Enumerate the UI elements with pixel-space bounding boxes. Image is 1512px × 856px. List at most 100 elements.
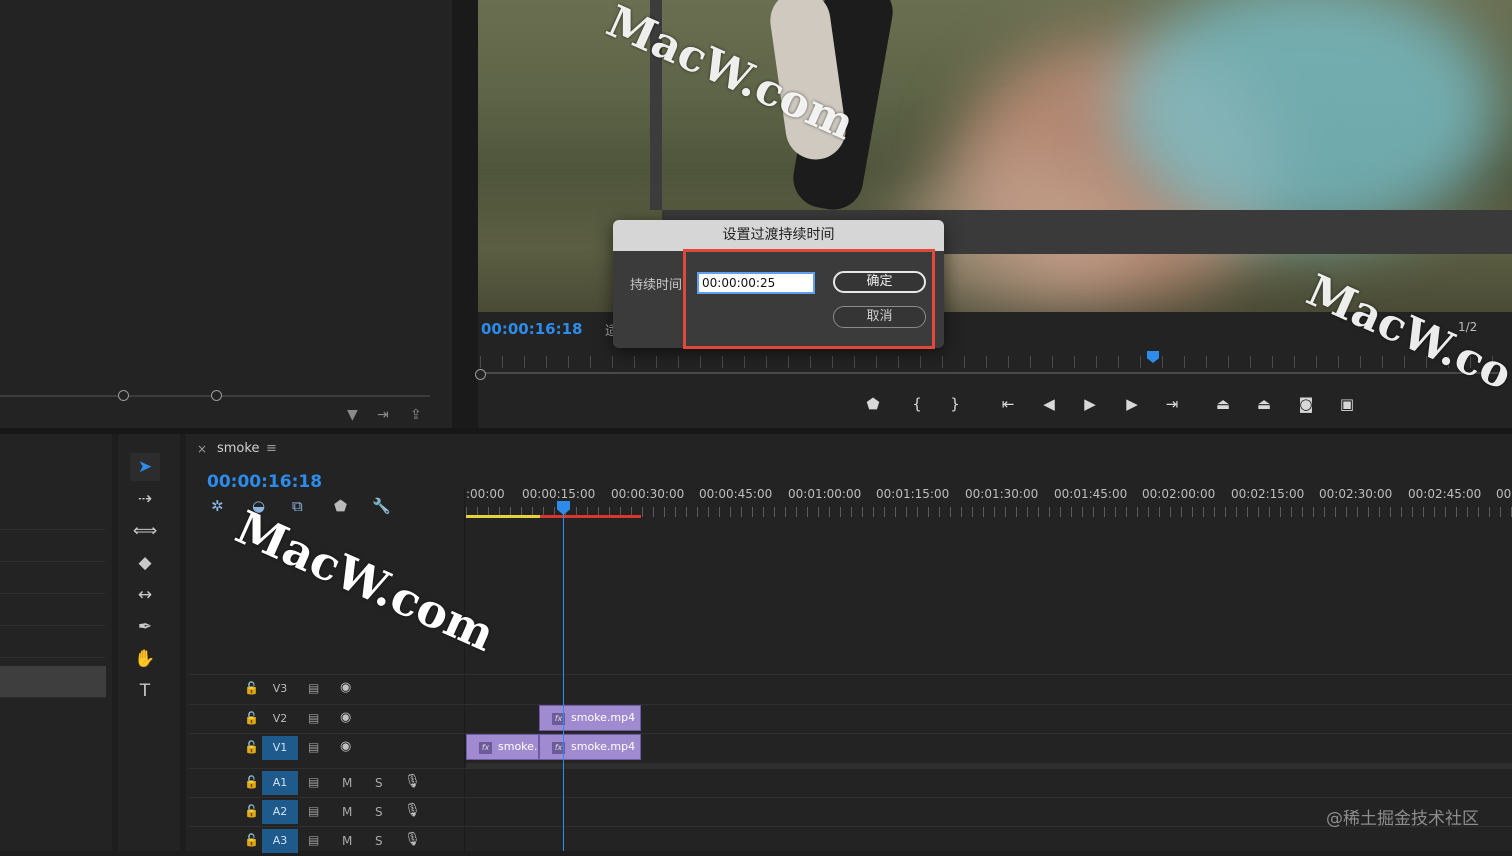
step-back-icon[interactable]: ◀ — [1038, 394, 1060, 414]
clip-v1-smoke-b[interactable]: fx smoke.mp4 — [539, 734, 641, 760]
track-name-v2[interactable]: V2 — [262, 707, 298, 731]
selection-tool-icon[interactable]: ➤ — [130, 453, 160, 481]
program-timecode[interactable]: 00:00:16:18 — [481, 320, 583, 338]
panel-divider[interactable] — [452, 0, 478, 428]
comparison-view-icon[interactable]: ▣ — [1336, 394, 1358, 414]
lock-icon[interactable]: 🔓 — [244, 681, 259, 695]
render-bar-yellow — [466, 515, 540, 518]
solo-button[interactable]: S — [375, 805, 383, 819]
eye-icon[interactable]: ◉ — [340, 680, 351, 695]
extract-icon[interactable]: ⏏ — [1253, 394, 1275, 414]
ruler-label: 00:01:15:00 — [876, 487, 950, 501]
mute-button[interactable]: M — [342, 776, 352, 790]
sync-lock-icon[interactable]: ▤ — [308, 711, 319, 725]
project-row[interactable] — [0, 562, 106, 594]
track-name-a2[interactable]: A2 — [262, 800, 298, 824]
export-icon[interactable]: ⇪ — [410, 407, 422, 423]
mute-button[interactable]: M — [342, 834, 352, 848]
credit-watermark: @稀土掘金技术社区 — [1326, 809, 1479, 829]
render-bar-red — [540, 515, 641, 518]
monitor-zoom-handle[interactable] — [475, 369, 486, 380]
go-to-in-icon[interactable]: ⇤ — [997, 394, 1019, 414]
dialog-title: 设置过渡持续时间 — [613, 220, 944, 251]
eye-icon[interactable]: ◉ — [340, 710, 351, 725]
project-row[interactable] — [0, 594, 106, 626]
track-name-a3[interactable]: A3 — [262, 829, 298, 853]
mute-button[interactable]: M — [342, 805, 352, 819]
sync-lock-icon[interactable]: ▤ — [308, 775, 319, 789]
project-row[interactable] — [0, 626, 106, 658]
sequence-menu-icon[interactable]: ≡ — [266, 441, 277, 456]
export-frame-icon[interactable]: ◙ — [1295, 394, 1317, 414]
sequence-tab[interactable]: smoke — [217, 441, 259, 456]
lock-icon[interactable]: 🔓 — [244, 833, 259, 847]
microphone-icon[interactable]: 🎙 — [404, 803, 421, 818]
slip-tool-icon[interactable]: ↔ — [130, 581, 160, 609]
ruler-label: 00:01:00:00 — [788, 487, 862, 501]
monitor-scrub-bar[interactable] — [480, 372, 1500, 374]
project-row[interactable] — [0, 498, 106, 530]
solo-button[interactable]: S — [375, 776, 383, 790]
sync-lock-icon[interactable]: ▤ — [308, 833, 319, 847]
track-a3[interactable]: 🔓 A3 ▤ M S 🎙 — [188, 826, 1512, 856]
clip-v2-smoke[interactable]: fx smoke.mp4 — [539, 705, 641, 731]
track-name-v1[interactable]: V1 — [262, 736, 298, 760]
source-panel — [0, 0, 452, 428]
add-marker-timeline-icon[interactable]: ⬟ — [334, 497, 347, 515]
project-row-selected[interactable] — [0, 666, 106, 698]
pen-tool-icon[interactable]: ✒ — [130, 613, 160, 641]
eye-icon[interactable]: ◉ — [340, 739, 351, 754]
ripple-edit-tool-icon[interactable]: ⟺ — [130, 517, 160, 545]
track-v3[interactable]: 🔓 V3 ▤ ◉ — [188, 674, 1512, 704]
ruler-label: 00:02:30:00 — [1319, 487, 1393, 501]
lock-icon[interactable]: 🔓 — [244, 804, 259, 818]
track-name-v3[interactable]: V3 — [262, 677, 298, 701]
clip-label: smoke.mp4 — [571, 711, 636, 724]
clip-v1-smoke-a[interactable]: fx smoke. — [466, 734, 539, 760]
sync-lock-icon[interactable]: ▤ — [308, 681, 319, 695]
track-a2[interactable]: 🔓 A2 ▤ M S 🎙 — [188, 797, 1512, 827]
timeline-playhead-line — [563, 514, 564, 851]
hand-tool-icon[interactable]: ✋ — [130, 645, 160, 673]
lift-icon[interactable]: ⏏ — [1212, 394, 1234, 414]
solo-button[interactable]: S — [375, 834, 383, 848]
go-to-out-icon[interactable]: ⇥ — [1161, 394, 1183, 414]
ruler-label: :00:00 — [466, 487, 505, 501]
track-a1[interactable]: 🔓 A1 ▤ M S 🎙 — [188, 768, 1512, 798]
microphone-icon[interactable]: 🎙 — [404, 832, 421, 847]
mark-out-icon[interactable]: } — [944, 394, 966, 414]
razor-tool-icon[interactable]: ◆ — [130, 549, 160, 577]
ruler-label: 00:02:45:00 — [1408, 487, 1482, 501]
play-icon[interactable]: ▶ — [1079, 394, 1101, 414]
lock-icon[interactable]: 🔓 — [244, 711, 259, 725]
ruler-label: 00:02:00:00 — [1142, 487, 1216, 501]
sync-lock-icon[interactable]: ▤ — [308, 804, 319, 818]
insert-sequence-nest-icon[interactable]: ⧉ — [292, 497, 303, 515]
clip-label: smoke. — [498, 740, 538, 753]
zoom-handle-right[interactable] — [211, 390, 222, 401]
timeline-ruler-labels: :00:00 00:00:15:00 00:00:30:00 00:00:45:… — [466, 487, 1512, 503]
lock-icon[interactable]: 🔓 — [244, 740, 259, 754]
type-tool-icon[interactable]: T — [130, 677, 160, 705]
close-sequence-icon[interactable]: × — [197, 442, 207, 456]
insert-icon[interactable]: ⇥ — [377, 407, 389, 423]
mark-in-icon[interactable]: { — [906, 394, 928, 414]
sync-lock-icon[interactable]: ▤ — [308, 740, 319, 754]
track-name-a1[interactable]: A1 — [262, 771, 298, 795]
step-forward-icon[interactable]: ▶ — [1121, 394, 1143, 414]
lock-icon[interactable]: 🔓 — [244, 775, 259, 789]
track-v2[interactable]: 🔓 V2 ▤ ◉ — [188, 704, 1512, 734]
track-select-tool-icon[interactable]: ⇢ — [130, 485, 160, 513]
sequence-timecode[interactable]: 00:00:16:18 — [207, 472, 322, 492]
snap-icon[interactable]: ✲ — [211, 497, 224, 515]
microphone-icon[interactable]: 🎙 — [404, 774, 421, 789]
ruler-label: 00:02:15:00 — [1231, 487, 1305, 501]
filter-icon[interactable]: ▼ — [347, 407, 358, 423]
project-row[interactable] — [0, 530, 106, 562]
zoom-handle-left[interactable] — [118, 390, 129, 401]
ruler-label: 00:00:15:00 — [522, 487, 596, 501]
project-panel — [0, 434, 112, 851]
track-v1[interactable]: 🔓 V1 ▤ ◉ — [188, 733, 1512, 763]
add-marker-icon[interactable]: ⬟ — [862, 394, 884, 414]
wrench-icon[interactable]: 🔧 — [372, 497, 391, 515]
